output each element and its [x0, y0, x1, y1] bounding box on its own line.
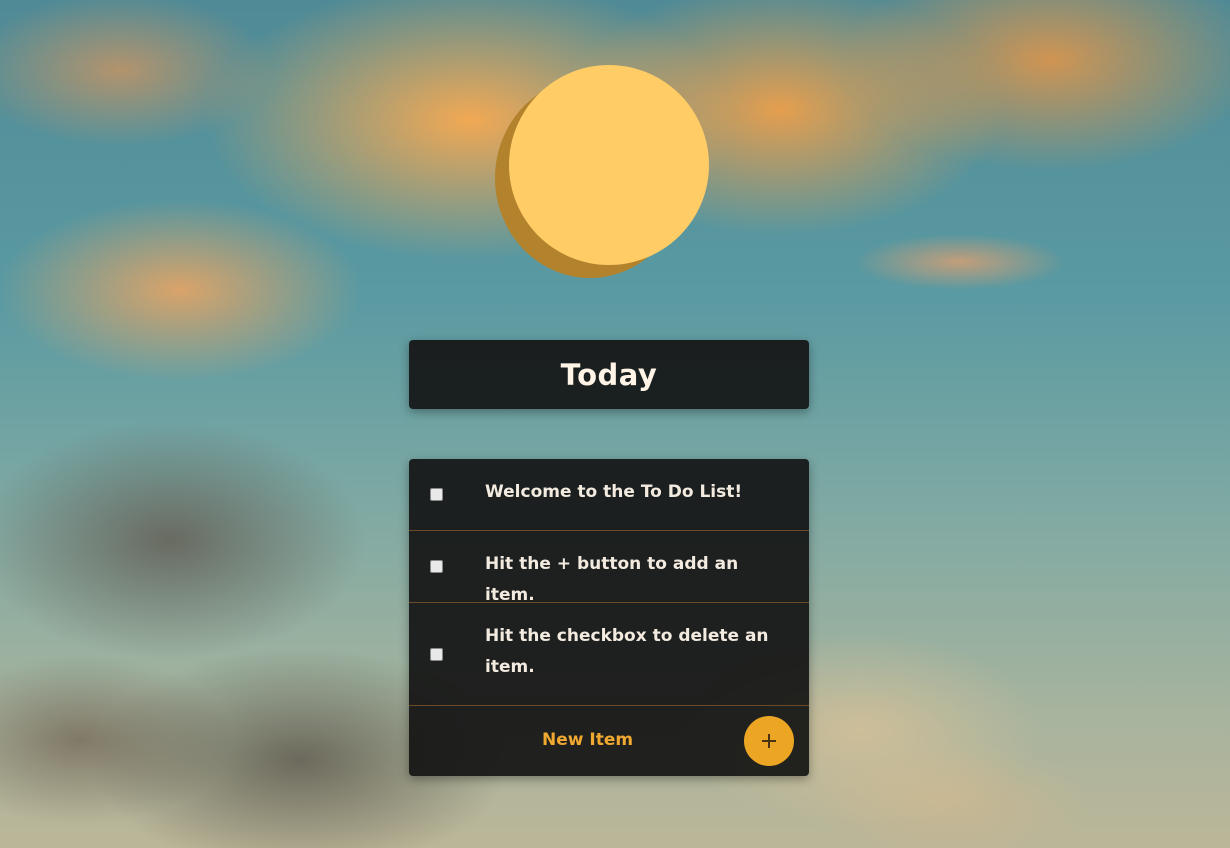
todo-item: Welcome to the To Do List! — [409, 459, 809, 531]
sun-logo — [495, 65, 709, 278]
add-item-button[interactable] — [744, 716, 794, 766]
sun-circle — [509, 65, 709, 265]
header-card: Today — [409, 340, 809, 409]
todo-checkbox[interactable] — [430, 560, 443, 573]
new-item-input[interactable]: New Item — [542, 726, 633, 754]
todo-item: Hit the + button to add an item. — [409, 531, 809, 605]
todo-item-label: Hit the checkbox to delete an item. — [485, 626, 769, 677]
todo-item-label: Welcome to the To Do List! — [485, 482, 743, 502]
page: { "header": { "title": "Today" }, "todo"… — [0, 0, 1230, 848]
page-title: Today — [560, 357, 658, 392]
plus-icon — [762, 734, 776, 748]
new-item-row: New Item — [409, 706, 809, 776]
todo-checkbox[interactable] — [430, 488, 443, 501]
todo-item: Hit the checkbox to delete an item. — [409, 603, 809, 706]
todo-checkbox[interactable] — [430, 648, 443, 661]
todo-item-label: Hit the + button to add an item. — [485, 554, 739, 605]
todo-list: Welcome to the To Do List! Hit the + but… — [409, 459, 809, 776]
